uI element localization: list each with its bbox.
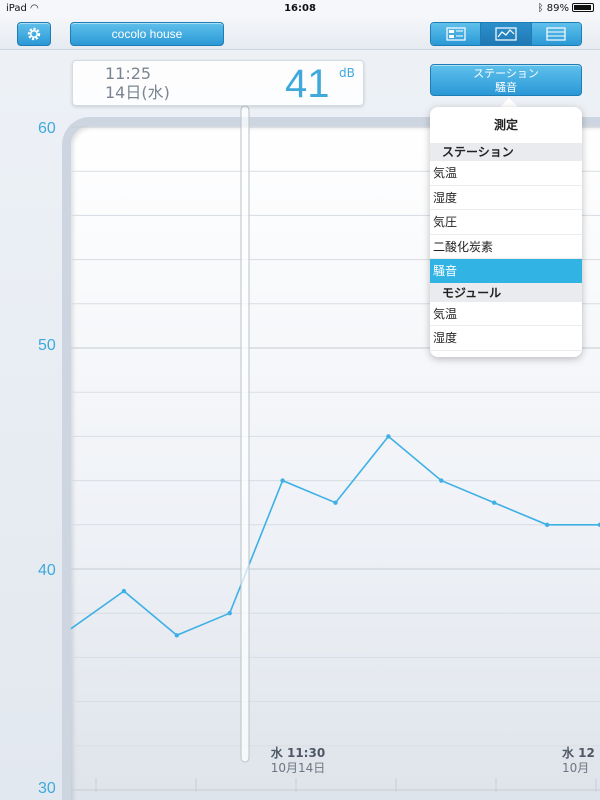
- dropdown-item-pressure[interactable]: 気圧: [430, 210, 582, 235]
- dropdown-item-humidity[interactable]: 湿度: [430, 186, 582, 210]
- measurement-selector-line2: 騒音: [495, 82, 517, 94]
- x-axis-label: 水 12 10月: [562, 746, 595, 775]
- graph-view-button[interactable]: [481, 23, 532, 45]
- dropdown-item-co2[interactable]: 二酸化炭素: [430, 235, 582, 259]
- measurement-dropdown: 測定 ステーション 気温 湿度 気圧 二酸化炭素 騒音 モジュール 気温 湿度: [430, 107, 582, 357]
- data-point: [492, 500, 497, 505]
- noise-series-line: [70, 435, 600, 637]
- readout-time: 11:25 14日(水): [105, 64, 170, 102]
- readout-value: 41: [285, 62, 330, 106]
- cursor-line: [240, 105, 250, 763]
- status-time: 16:08: [284, 3, 316, 14]
- readout-unit: dB: [339, 66, 355, 80]
- measurement-selector-line1: ステーション: [473, 68, 539, 80]
- section-header-station: ステーション: [430, 143, 582, 161]
- data-point: [280, 478, 285, 483]
- section-header-module: モジュール: [430, 283, 582, 302]
- dropdown-item-module-humidity[interactable]: 湿度: [430, 326, 582, 351]
- y-tick-label: 50: [38, 337, 56, 354]
- view-switcher: [430, 22, 582, 46]
- cursor-readout: 11:25 14日(水) 41 dB: [72, 60, 364, 106]
- y-tick-label: 40: [38, 562, 56, 579]
- dropdown-item-noise[interactable]: 騒音: [430, 259, 582, 284]
- y-tick-label: 30: [38, 780, 56, 797]
- battery-icon: [572, 3, 594, 12]
- home-selector-button[interactable]: cocolo house: [70, 22, 224, 46]
- dropdown-title: 測定: [493, 118, 518, 132]
- list-icon: [546, 27, 566, 41]
- dashboard-view-button[interactable]: [431, 23, 482, 45]
- data-point: [121, 588, 127, 594]
- dropdown-item-temperature[interactable]: 気温: [430, 161, 582, 186]
- data-point: [544, 522, 550, 527]
- gear-icon: [27, 27, 41, 41]
- settings-button[interactable]: [17, 22, 51, 46]
- toolbar: cocolo house: [0, 18, 600, 50]
- graph-icon: [495, 27, 517, 41]
- data-point: [333, 500, 338, 505]
- data-point: [386, 434, 391, 439]
- data-point: [227, 611, 232, 616]
- measurement-selector-button[interactable]: ステーション 騒音: [430, 64, 582, 96]
- battery-status: ᛒ 89%: [538, 3, 594, 14]
- data-point: [174, 633, 179, 638]
- bluetooth-icon: ᛒ: [537, 3, 544, 14]
- dashboard-icon: [446, 27, 466, 41]
- dropdown-item-module-temperature[interactable]: 気温: [430, 302, 582, 326]
- x-axis-label: 水 11:30 10月14日: [270, 746, 326, 775]
- data-point: [439, 478, 444, 483]
- list-view-button[interactable]: [531, 23, 581, 45]
- status-bar: iPad ◠ 16:08 ᛒ 89%: [0, 0, 600, 18]
- y-tick-label: 60: [38, 120, 56, 137]
